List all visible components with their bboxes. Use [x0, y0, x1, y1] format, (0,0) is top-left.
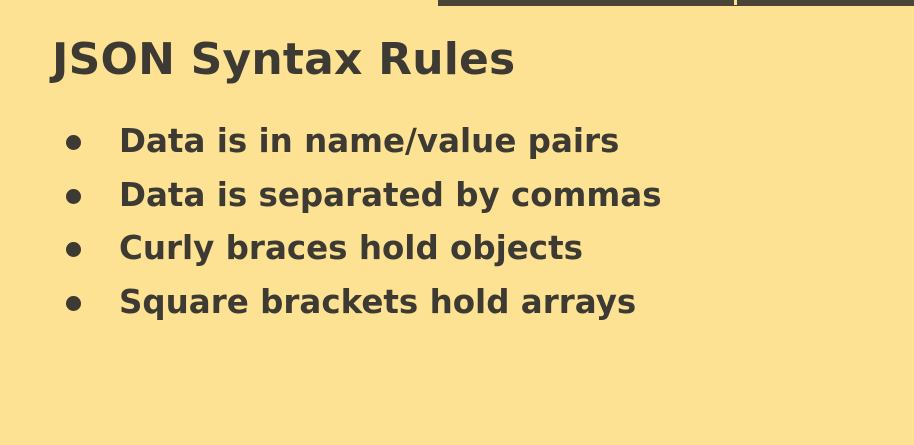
- bullet-text: Curly braces hold objects: [119, 229, 583, 267]
- slide: JSON Syntax Rules Data is in name/value …: [0, 0, 914, 445]
- top-accent-bar: [438, 0, 914, 6]
- slide-title: JSON Syntax Rules: [52, 34, 516, 85]
- bullet-dot-icon: [66, 295, 81, 311]
- bullet-text: Data is separated by commas: [119, 175, 662, 214]
- bullet-item: Curly braces hold objects: [0, 221, 700, 275]
- bullet-item: Data is in name/value pairs: [0, 114, 700, 168]
- bullet-text: Square brackets hold arrays: [119, 282, 637, 321]
- bullet-item: Data is separated by commas: [0, 168, 700, 222]
- bullet-list: Data is in name/value pairs Data is sepa…: [0, 114, 700, 328]
- bullet-text: Data is in name/value pairs: [119, 122, 620, 160]
- bullet-dot-icon: [66, 135, 81, 150]
- top-accent-bar-tick: [734, 0, 737, 5]
- bullet-item: Square brackets hold arrays: [0, 275, 700, 329]
- bullet-dot-icon: [66, 188, 81, 204]
- bullet-dot-icon: [66, 242, 81, 257]
